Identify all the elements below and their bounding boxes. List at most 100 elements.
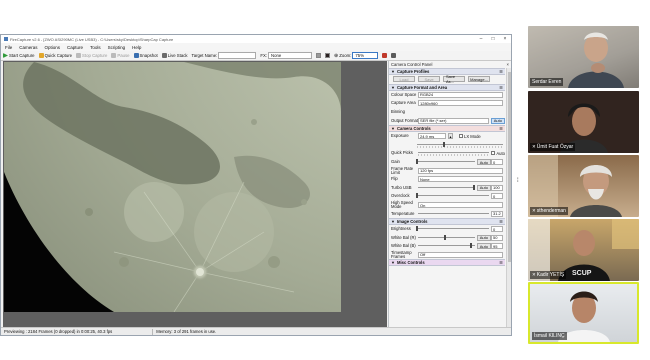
- slider-knob[interactable]: [416, 159, 418, 165]
- preview-status: Previewing : 2184 Frames (0 dropped) in …: [4, 329, 113, 334]
- menu-file[interactable]: File: [5, 45, 12, 50]
- panel-close-icon[interactable]: ×: [507, 62, 509, 67]
- menu-cameras[interactable]: Cameras: [19, 45, 37, 50]
- pause-button[interactable]: Pause: [111, 53, 130, 58]
- frame-rate-select[interactable]: 120 fps: [418, 167, 503, 174]
- menu-capture[interactable]: Capture: [67, 45, 83, 50]
- save-as-profile-button[interactable]: Save As...: [443, 74, 465, 84]
- snapshot-button[interactable]: Snapshot: [133, 53, 158, 58]
- participant-tile-4[interactable]: SCUP ✕ Kadir YETİŞ: [528, 219, 639, 281]
- collapse-arrow-icon: ▼: [391, 260, 395, 266]
- participant-tile-3[interactable]: ✕ sthenderman: [528, 155, 639, 217]
- panel-title-bar: Camera Control Panel ×: [391, 62, 509, 67]
- menu-options[interactable]: Options: [45, 45, 61, 50]
- stop-capture-button[interactable]: Stop Capture: [76, 53, 107, 58]
- section-misc-controls[interactable]: ▼ Misc Controls ☰: [389, 259, 505, 267]
- moon-surface-graphic: [4, 62, 341, 312]
- brightness-value[interactable]: 0: [491, 226, 503, 233]
- exposure-auto-checkbox[interactable]: [491, 151, 496, 156]
- participant-tile-2[interactable]: ✕ Ümit Fuat Özyar: [528, 91, 639, 153]
- pause-icon: [111, 53, 117, 58]
- collapse-arrow-icon: ▼: [391, 125, 395, 131]
- grey-swatch-button[interactable]: [316, 53, 322, 58]
- exposure-slider[interactable]: [417, 141, 503, 148]
- zoom-select[interactable]: 75%: [352, 52, 379, 59]
- scrollbar-thumb[interactable]: [508, 72, 511, 262]
- section-image-controls[interactable]: ▼ Image Controls ☰: [389, 217, 505, 225]
- section-menu-icon[interactable]: ☰: [499, 69, 503, 74]
- temperature-row: Temperature 31.2: [389, 209, 505, 218]
- participant-tile-5-active-speaker[interactable]: İsmail KILINÇ: [528, 282, 639, 344]
- fx-group: FX: None: [260, 52, 313, 59]
- moon-image: [4, 62, 341, 312]
- gain-value[interactable]: 0: [491, 159, 503, 166]
- memory-status: Memory: 3 of 291 frames in use.: [156, 329, 217, 334]
- gain-auto-button[interactable]: Auto: [476, 159, 491, 166]
- capture-area-select[interactable]: 1280x960: [418, 100, 503, 107]
- section-camera-controls[interactable]: ▼ Camera Controls ☰: [389, 124, 505, 132]
- quick-capture-button[interactable]: Quick Capture: [38, 53, 72, 58]
- overclock-slider[interactable]: [416, 193, 489, 199]
- target-name-input[interactable]: [218, 52, 257, 59]
- settings-icon[interactable]: [391, 53, 397, 58]
- white-bal-b-auto-button[interactable]: Auto: [476, 243, 491, 250]
- high-speed-mode-select[interactable]: On: [418, 202, 503, 209]
- overclock-value[interactable]: 0: [491, 193, 503, 200]
- quick-picks-slider[interactable]: [418, 150, 490, 157]
- section-capture-format[interactable]: ▼ Capture Format and Area ☰: [389, 83, 505, 91]
- section-menu-icon[interactable]: ☰: [499, 85, 503, 90]
- drag-handle-icon[interactable]: ⁞: [517, 178, 521, 186]
- turbo-usb-auto-button[interactable]: Auto: [476, 184, 491, 191]
- maximize-button[interactable]: □: [487, 36, 499, 42]
- muted-mic-icon: ✕: [532, 144, 536, 149]
- white-bal-r-auto-button[interactable]: Auto: [476, 234, 491, 241]
- timestamp-frames-select[interactable]: Off: [418, 251, 503, 258]
- section-menu-icon[interactable]: ☰: [499, 126, 503, 131]
- participant-name-3: ✕ sthenderman: [530, 207, 568, 215]
- output-format-auto-button[interactable]: Auto: [490, 117, 505, 124]
- white-bal-b-slider[interactable]: [418, 243, 475, 249]
- binning-row: Binning: [391, 109, 405, 115]
- slider-knob[interactable]: [472, 184, 475, 190]
- section-menu-icon[interactable]: ☰: [499, 219, 503, 224]
- brightness-row: Brightness 0: [389, 225, 505, 234]
- live-preview-area[interactable]: [3, 61, 387, 327]
- close-button[interactable]: ×: [499, 36, 511, 42]
- exposure-spinner[interactable]: ▴: [448, 133, 453, 140]
- gain-slider[interactable]: [416, 159, 475, 165]
- collapse-arrow-icon: ▼: [391, 84, 395, 90]
- turbo-usb-slider[interactable]: [418, 184, 475, 191]
- output-format-select[interactable]: SER file (*.ser): [418, 117, 489, 124]
- section-menu-icon[interactable]: ☰: [499, 260, 503, 265]
- fx-label: FX:: [260, 53, 268, 58]
- turbo-usb-value[interactable]: 100: [491, 184, 503, 191]
- target-name-label: Target Name:: [191, 53, 218, 58]
- participant-tile-1[interactable]: Serdar Evren: [528, 26, 639, 88]
- white-bal-b-value[interactable]: 95: [491, 243, 503, 250]
- white-bal-r-value[interactable]: 50: [491, 234, 503, 241]
- slider-knob[interactable]: [416, 226, 418, 232]
- manage-profiles-button[interactable]: Manage...: [468, 76, 490, 83]
- brightness-slider[interactable]: [416, 226, 489, 232]
- histogram-icon[interactable]: [382, 53, 388, 58]
- minimize-button[interactable]: –: [475, 36, 487, 42]
- menu-help[interactable]: Help: [132, 45, 141, 50]
- live-stack-button[interactable]: Live Stack: [161, 53, 188, 58]
- dark-swatch-button[interactable]: [325, 53, 331, 58]
- slider-knob[interactable]: [416, 193, 418, 199]
- slider-knob[interactable]: [444, 234, 447, 240]
- fx-select[interactable]: None: [268, 52, 313, 59]
- menu-tools[interactable]: Tools: [90, 45, 101, 50]
- menu-scripting[interactable]: Scripting: [108, 45, 126, 50]
- white-bal-r-slider[interactable]: [418, 234, 475, 241]
- camera-app-icon: [4, 37, 8, 41]
- colour-space-select[interactable]: RGB24: [418, 91, 503, 98]
- panel-scrollbar[interactable]: [506, 68, 511, 327]
- exposure-input[interactable]: 24.9 ms: [418, 133, 446, 140]
- load-profile-button[interactable]: Load: [393, 76, 415, 83]
- flip-select[interactable]: None: [418, 176, 503, 183]
- save-profile-button[interactable]: Save: [418, 76, 440, 83]
- start-capture-button[interactable]: Start Capture: [3, 53, 35, 58]
- slider-knob[interactable]: [469, 243, 472, 249]
- lx-mode-checkbox[interactable]: [459, 134, 463, 139]
